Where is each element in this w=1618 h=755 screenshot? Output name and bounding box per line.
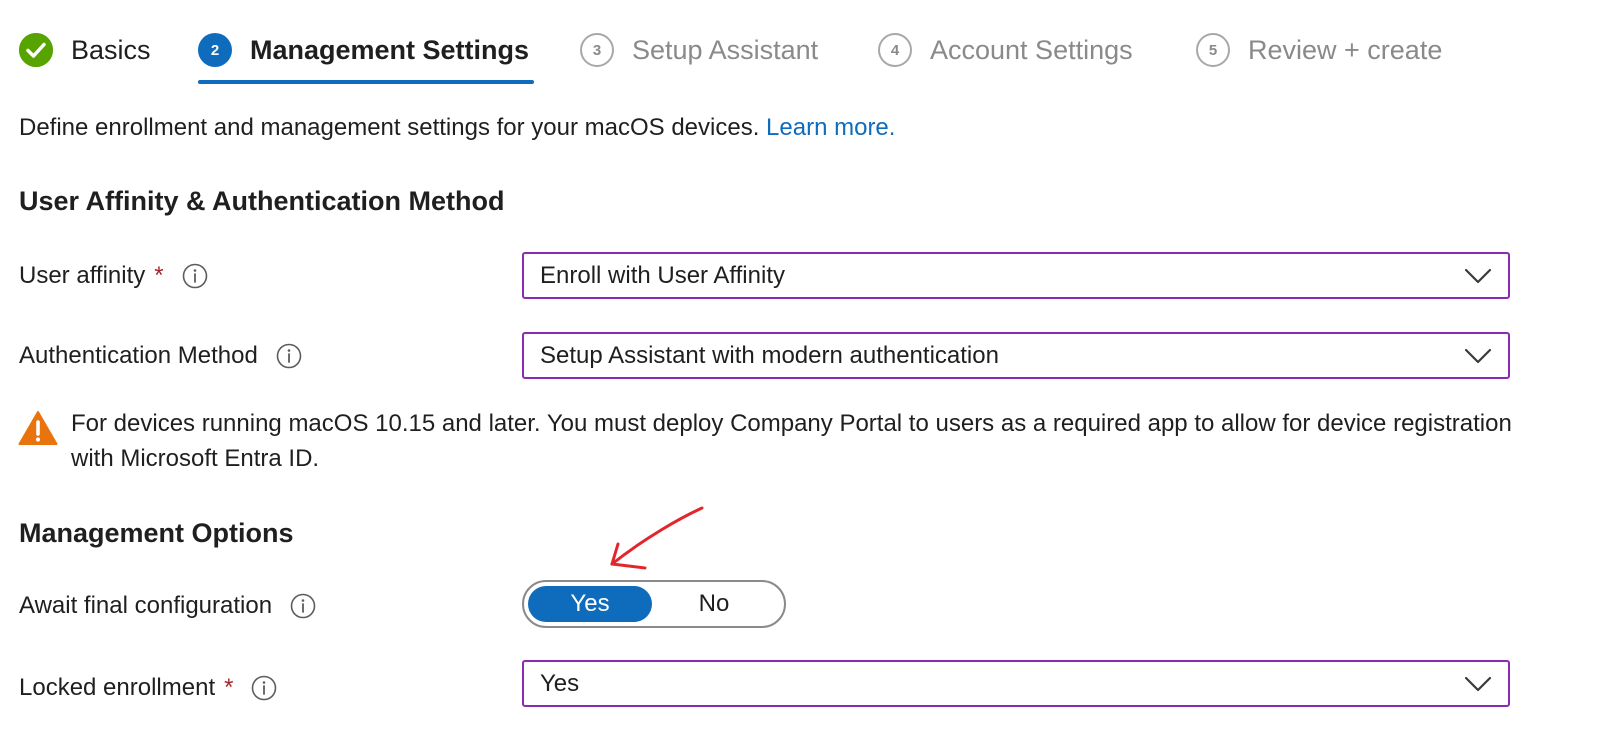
- user-affinity-dropdown[interactable]: Enroll with User Affinity: [522, 252, 1510, 299]
- step-label: Setup Assistant: [632, 34, 819, 65]
- toggle-option-yes[interactable]: Yes: [528, 586, 652, 622]
- step-setup-assistant[interactable]: 3 Setup Assistant: [580, 29, 818, 71]
- info-icon[interactable]: [276, 343, 302, 369]
- chevron-down-icon: [1464, 268, 1492, 284]
- step-number: 4: [878, 33, 912, 67]
- warning-text: For devices running macOS 10.15 and late…: [71, 410, 1512, 472]
- wizard-steps: Basics 2 Management Settings 3 Setup Ass…: [0, 0, 1618, 90]
- await-final-configuration-toggle[interactable]: Yes No: [522, 580, 786, 628]
- dropdown-value: Enroll with User Affinity: [540, 261, 785, 289]
- step-label: Account Settings: [930, 34, 1133, 65]
- required-asterisk: *: [154, 262, 164, 289]
- step-number: 2: [198, 33, 232, 67]
- await-final-configuration-label: Await final configuration: [19, 592, 316, 620]
- active-step-underline: [198, 80, 534, 84]
- dropdown-value: Setup Assistant with modern authenticati…: [540, 341, 999, 369]
- checkmark-icon: [19, 33, 53, 67]
- user-affinity-label: User affinity *: [19, 262, 208, 290]
- red-arrow-annotation: [610, 506, 704, 570]
- section-heading-management: Management Options: [19, 518, 294, 548]
- authentication-method-dropdown[interactable]: Setup Assistant with modern authenticati…: [522, 332, 1510, 379]
- step-account-settings[interactable]: 4 Account Settings: [878, 29, 1133, 71]
- step-label: Basics: [71, 34, 151, 65]
- chevron-down-icon: [1464, 676, 1492, 692]
- authentication-method-label: Authentication Method: [19, 342, 302, 370]
- required-asterisk: *: [224, 674, 234, 701]
- info-icon[interactable]: [290, 593, 316, 619]
- step-basics[interactable]: Basics: [19, 29, 151, 71]
- info-icon[interactable]: [182, 263, 208, 289]
- warning-icon: [18, 411, 58, 445]
- intro-text: Define enrollment and management setting…: [19, 114, 895, 142]
- locked-enrollment-label: Locked enrollment *: [19, 674, 277, 702]
- section-heading-auth: User Affinity & Authentication Method: [19, 186, 505, 216]
- info-icon[interactable]: [251, 675, 277, 701]
- step-number: 5: [1196, 33, 1230, 67]
- step-management-settings[interactable]: 2 Management Settings: [198, 29, 529, 71]
- warning-message: For devices running macOS 10.15 and late…: [18, 410, 1558, 476]
- field-label-text: Await final configuration: [19, 592, 273, 619]
- field-label-text: User affinity: [19, 262, 146, 289]
- step-label: Review + create: [1248, 34, 1443, 65]
- step-number: 3: [580, 33, 614, 67]
- intro-description: Define enrollment and management setting…: [19, 114, 760, 141]
- step-review-create[interactable]: 5 Review + create: [1196, 29, 1442, 71]
- toggle-option-no[interactable]: No: [652, 586, 776, 622]
- learn-more-link[interactable]: Learn more.: [766, 114, 895, 141]
- field-label-text: Locked enrollment: [19, 674, 216, 701]
- dropdown-value: Yes: [540, 669, 580, 697]
- step-label: Management Settings: [250, 34, 530, 65]
- field-label-text: Authentication Method: [19, 342, 258, 369]
- chevron-down-icon: [1464, 348, 1492, 364]
- locked-enrollment-dropdown[interactable]: Yes: [522, 660, 1510, 707]
